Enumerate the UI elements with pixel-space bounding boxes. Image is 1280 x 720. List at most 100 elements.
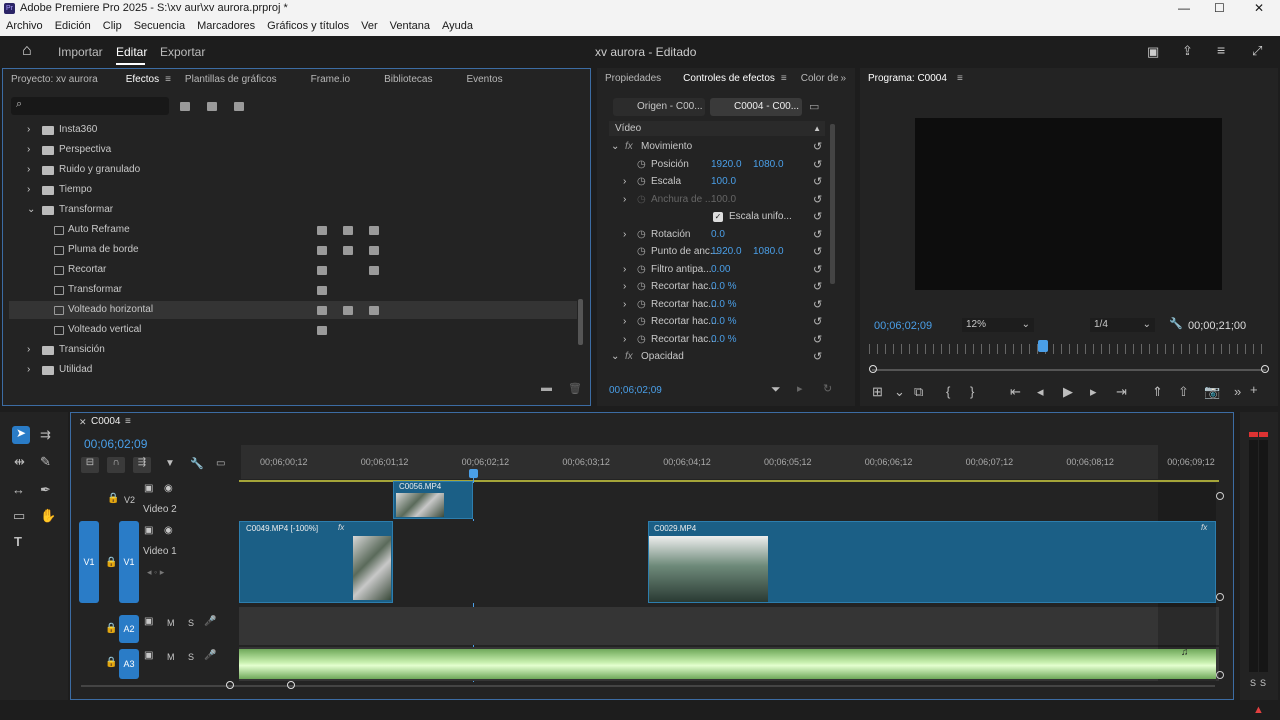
chevron-right-icon[interactable]: › (27, 361, 30, 379)
comparison-icon[interactable]: ⧉ (914, 384, 923, 400)
checkbox[interactable]: ✓ (713, 212, 723, 222)
reset-icon[interactable]: ↺ (813, 156, 822, 174)
type-tool-icon[interactable]: T (14, 534, 22, 549)
razor-icon[interactable]: ✎ (40, 454, 51, 470)
timeline-zoom-bar[interactable] (81, 685, 1215, 687)
tab-efectos-menu-icon[interactable]: ≡ (165, 74, 171, 85)
tab-efectos[interactable]: Efectos (126, 74, 159, 85)
resolution-select[interactable]: 1/4 ⌄ (1090, 318, 1155, 332)
effect-item[interactable]: Auto Reframe (9, 221, 577, 239)
reset-icon[interactable]: ↺ (813, 331, 822, 349)
stopwatch-icon[interactable]: ◷ (637, 173, 646, 191)
effect-value[interactable]: 0.0 (711, 226, 725, 244)
effect-property-row[interactable]: › ◷ Recortar hac... 0.0 % ↺ (609, 331, 829, 349)
reset-icon[interactable]: ↺ (813, 173, 822, 191)
chevron-right-icon[interactable]: › (27, 161, 30, 179)
reset-icon[interactable]: ↺ (813, 191, 822, 209)
track-height-handle[interactable] (1216, 671, 1224, 679)
tab-plantillas[interactable]: Plantillas de gráficos (185, 74, 277, 85)
effect-property-row[interactable]: › ◷ Recortar hac... 0.0 % ↺ (609, 313, 829, 331)
yuv-effects-icon[interactable] (234, 102, 244, 111)
rectangle-icon[interactable]: ▭ (13, 508, 25, 524)
go-to-in-icon[interactable]: ⇤ (1010, 384, 1021, 400)
pen-icon[interactable]: ✒ (40, 482, 51, 498)
new-bin-icon[interactable]: ▬ (541, 382, 552, 394)
program-playhead[interactable] (1038, 340, 1048, 352)
stopwatch-icon[interactable]: ◷ (637, 243, 646, 261)
track-select-icon[interactable]: ⇉ (40, 427, 51, 443)
captions-icon[interactable]: ▭ (216, 458, 225, 469)
effect-value[interactable]: 0.0 % (711, 296, 737, 314)
minimize-button[interactable]: — (1178, 1, 1190, 15)
stopwatch-icon[interactable]: ◷ (637, 191, 646, 209)
tab-exportar[interactable]: Exportar (160, 45, 205, 59)
tab-proyecto[interactable]: Proyecto: xv aurora (11, 74, 98, 85)
tab-editar[interactable]: Editar (116, 45, 147, 59)
effect-item[interactable]: Recortar (9, 261, 577, 279)
chevron-right-icon[interactable]: › (623, 261, 626, 279)
a3-mute-button[interactable]: M (167, 652, 175, 662)
effect-value[interactable]: 100.0 (711, 173, 736, 191)
chevron-right-icon[interactable]: › (623, 313, 626, 331)
effect-folder[interactable]: › Tiempo (9, 181, 577, 199)
menu-item-ver[interactable]: Ver (355, 18, 384, 36)
reset-icon[interactable]: ↺ (813, 208, 822, 226)
chevron-down-icon[interactable]: ⌄ (611, 138, 619, 156)
stopwatch-icon[interactable]: ◷ (637, 156, 646, 174)
zoom-handle-right[interactable] (287, 681, 295, 689)
tab-controles-efectos[interactable]: Controles de efectos (683, 73, 775, 84)
a3-lock-icon[interactable]: 🔒 (105, 657, 117, 668)
timeline-timecode[interactable]: 00;06;02;09 (84, 437, 147, 451)
effect-group-row[interactable]: ⌄ fx Opacidad ↺ (609, 348, 829, 366)
effect-value[interactable]: 0.0 % (711, 278, 737, 296)
reset-icon[interactable]: ↺ (813, 138, 822, 156)
a3-sync-icon[interactable]: ▣ (144, 650, 153, 661)
chevron-down-icon[interactable]: ⌄ (27, 201, 35, 219)
v1-track-target[interactable]: V1 (119, 521, 139, 603)
chevron-right-icon[interactable]: › (27, 341, 30, 359)
effect-property-row[interactable]: ◷ Punto de anc... 1920.0 1080.0 ↺ (609, 243, 829, 261)
effect-property-row[interactable]: ◷ Posición 1920.0 1080.0 ↺ (609, 156, 829, 174)
effect-folder[interactable]: ⌄ Transformar (9, 201, 577, 219)
32bit-effects-icon[interactable] (207, 102, 217, 111)
v1-lock-icon[interactable]: 🔒 (105, 557, 117, 568)
fullscreen-icon[interactable]: ⤢ (1252, 43, 1262, 59)
snap-icon[interactable]: ∩ (107, 457, 125, 473)
chevron-right-icon[interactable]: › (623, 191, 626, 209)
tab-controles-menu-icon[interactable]: ≡ (781, 73, 787, 84)
audio-clip-a3[interactable] (239, 649, 1216, 679)
effect-property-row[interactable]: › ◷ Anchura de ... 100.0 ↺ (609, 191, 829, 209)
tab-eventos[interactable]: Eventos (466, 74, 502, 85)
effect-folder[interactable]: › Perspectiva (9, 141, 577, 159)
track-height-handle[interactable] (1216, 593, 1224, 601)
stopwatch-icon[interactable]: ◷ (637, 296, 646, 314)
v1-eye-icon[interactable]: ◉ (164, 525, 173, 536)
clip-c0056[interactable]: C0056.MP4 (393, 481, 473, 519)
chevron-right-icon[interactable]: › (27, 181, 30, 199)
effect-controls-scrollbar[interactable] (830, 124, 835, 284)
accelerated-effects-icon[interactable] (180, 102, 190, 111)
effect-property-row[interactable]: › ◷ Rotación 0.0 ↺ (609, 226, 829, 244)
solo-left-button[interactable]: S (1250, 678, 1256, 688)
reset-icon[interactable]: ↺ (813, 261, 822, 279)
v1-sync-icon[interactable]: ▣ (144, 525, 153, 536)
effects-list-scrollbar[interactable] (578, 299, 583, 345)
play-icon[interactable]: ▶ (1063, 384, 1073, 400)
effect-folder[interactable]: › Utilidad (9, 361, 577, 379)
linked-selection-icon[interactable]: ⇶ (133, 457, 151, 473)
menu-item-graficos[interactable]: Gráficos y títulos (261, 18, 355, 36)
effect-controls-timecode[interactable]: 00;06;02;09 (609, 385, 662, 396)
tab-importar[interactable]: Importar (58, 45, 103, 59)
zoom-handle-left[interactable] (226, 681, 234, 689)
menu-item-secuencia[interactable]: Secuencia (128, 18, 191, 36)
keyframe-nav-icon[interactable]: ◂ ◦ ▸ (147, 567, 164, 578)
stopwatch-icon[interactable]: ◷ (637, 226, 646, 244)
effect-property-row[interactable]: › ◷ Recortar hac... 0.0 % ↺ (609, 278, 829, 296)
reset-icon[interactable]: ↺ (813, 226, 822, 244)
chevron-down-icon[interactable]: ⌄ (894, 384, 905, 400)
v2-eye-icon[interactable]: ◉ (164, 483, 173, 494)
effect-value[interactable]: 0.00 (711, 261, 730, 279)
more-controls-icon[interactable]: » (1234, 384, 1241, 399)
v2-lock-icon[interactable]: 🔒 (107, 493, 119, 504)
effect-folder[interactable]: › Transición (9, 341, 577, 359)
